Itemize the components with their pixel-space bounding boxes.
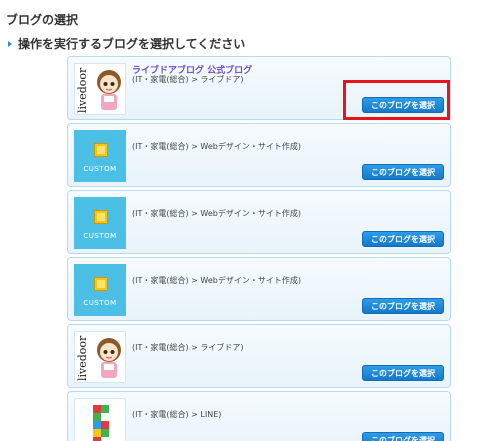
custom-thumbnail: CUSTOM — [74, 130, 126, 182]
page-title: ブログの選択 — [6, 13, 79, 27]
blog-category: (IT・家電(総合) > ライブドア) — [132, 75, 244, 84]
blog-card: (IT・家電(総合) > LINE) このブログを選択 — [67, 391, 451, 441]
blog-category: (IT・家電(総合) > Webデザイン・サイト作成) — [132, 276, 301, 285]
blog-category: (IT・家電(総合) > ライブドア) — [132, 343, 244, 352]
blog-card: CUSTOM (IT・家電(総合) > Webデザイン・サイト作成) このブログを選… — [67, 190, 451, 254]
select-blog-button[interactable]: このブログを選択 — [362, 298, 444, 314]
select-blog-button[interactable]: このブログを選択 — [362, 365, 444, 381]
livedoor-thumbnail: livedoor — [74, 331, 126, 383]
cube-icon — [94, 143, 108, 157]
logo-tile — [101, 405, 109, 413]
logo-tile — [101, 429, 109, 437]
triangle-bullet-icon — [8, 40, 12, 47]
custom-thumbnail: CUSTOM — [74, 197, 126, 249]
logo-tile — [101, 421, 109, 429]
mascot-girl-icon — [97, 70, 121, 110]
livedoor-thumbnail: livedoor — [74, 63, 126, 115]
mascot-girl-icon — [97, 338, 121, 378]
custom-thumbnail-label: CUSTOM — [83, 165, 117, 173]
select-blog-button[interactable]: このブログを選択 — [362, 97, 444, 113]
logo-tile — [93, 429, 101, 437]
section-heading: 操作を実行するブログを選択してください — [6, 35, 245, 52]
logo-tile — [93, 421, 101, 429]
logo-tile — [93, 413, 101, 421]
livedoor-logo-text: livedoor — [76, 67, 89, 113]
select-blog-button[interactable]: このブログを選択 — [362, 432, 444, 441]
custom-thumbnail-label: CUSTOM — [83, 299, 117, 307]
select-blog-button[interactable]: このブログを選択 — [362, 164, 444, 180]
blog-card: CUSTOM (IT・家電(総合) > Webデザイン・サイト作成) このブログを選… — [67, 123, 451, 187]
blog-category: (IT・家電(総合) > Webデザイン・サイト作成) — [132, 209, 301, 218]
blog-card: livedoor (IT・家電(総合) > ライブドア) このブログを選択 — [67, 324, 451, 388]
blog-card: CUSTOM (IT・家電(総合) > Webデザイン・サイト作成) このブログを選… — [67, 257, 451, 321]
logo-tile — [93, 437, 101, 441]
livedoor-logo-text: livedoor — [76, 335, 89, 381]
custom-thumbnail-label: CUSTOM — [83, 232, 117, 240]
cube-icon — [94, 277, 108, 291]
blog-category: (IT・家電(総合) > LINE) — [132, 410, 222, 419]
cube-icon — [94, 210, 108, 224]
select-blog-button[interactable]: このブログを選択 — [362, 231, 444, 247]
section-heading-text: 操作を実行するブログを選択してください — [18, 37, 246, 51]
blog-card: livedoor ライブドアブログ 公式ブログ (IT・家電(総合) > ライブドア… — [67, 56, 451, 120]
custom-thumbnail: CUSTOM — [74, 264, 126, 316]
logo-tile — [93, 405, 101, 413]
line-app-thumbnail — [74, 398, 126, 441]
blog-category: (IT・家電(総合) > Webデザイン・サイト作成) — [132, 142, 301, 151]
